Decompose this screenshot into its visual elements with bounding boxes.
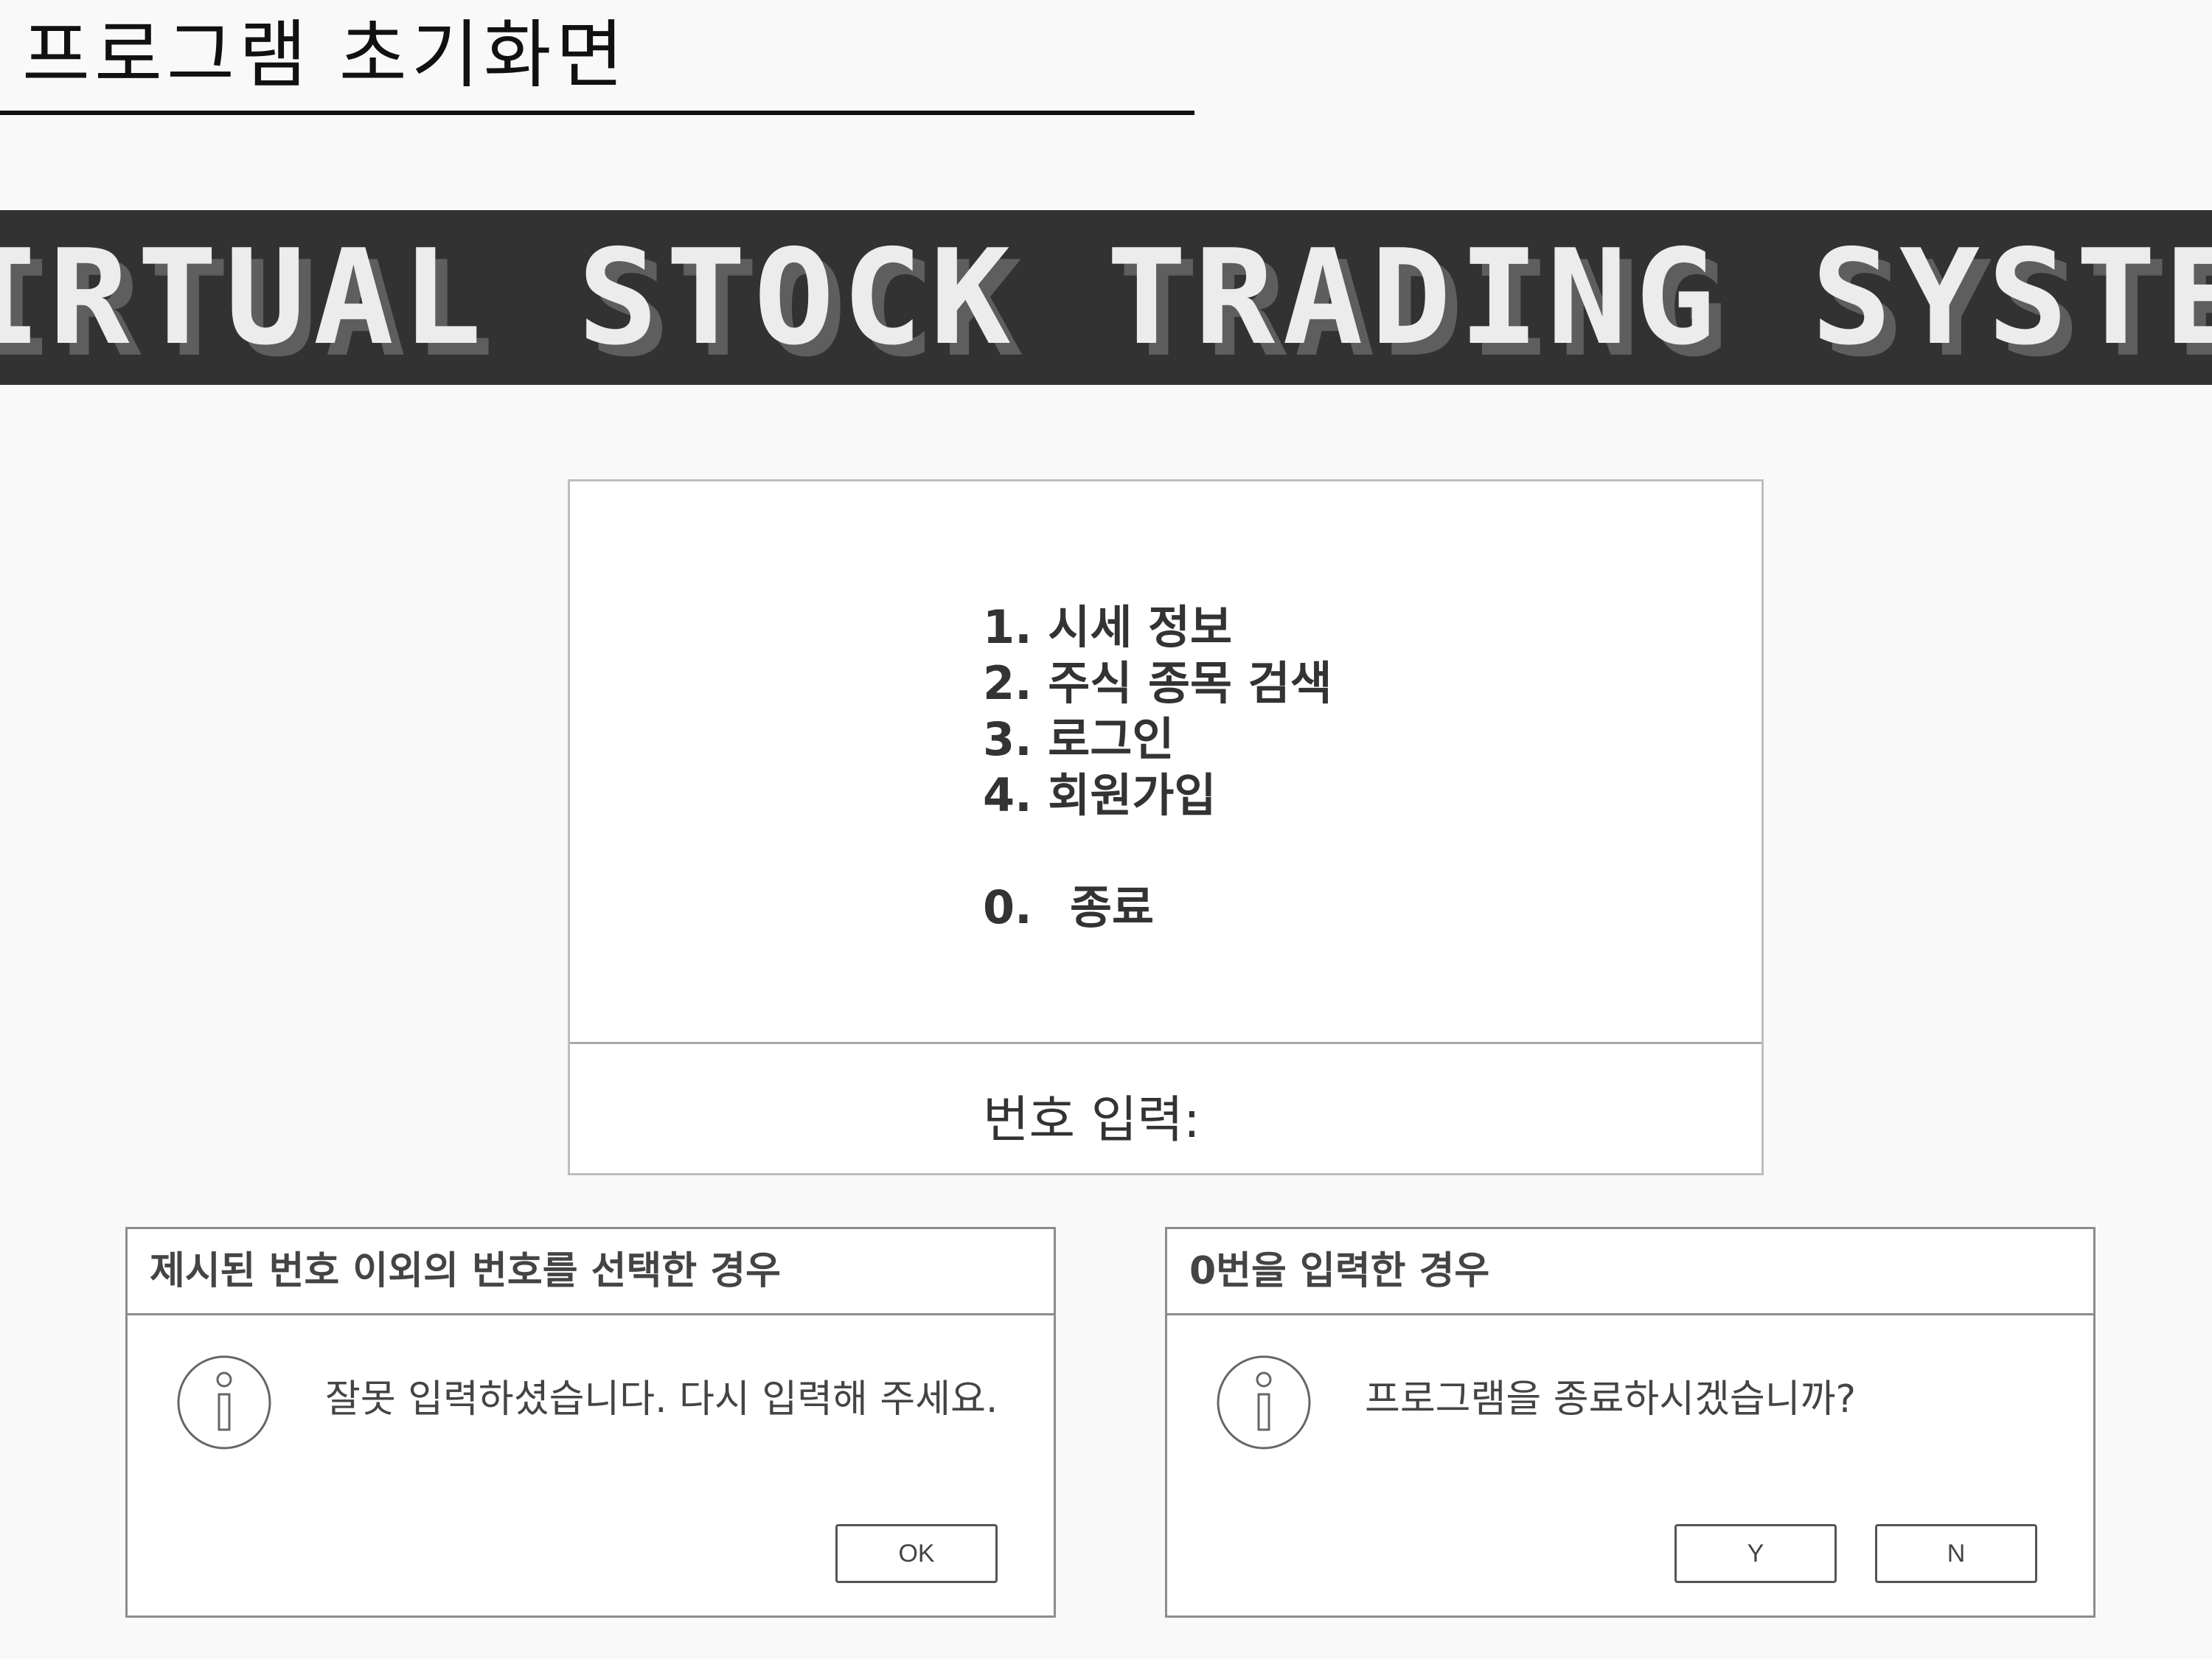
no-button[interactable]: N bbox=[1875, 1524, 2037, 1583]
yes-button[interactable]: Y bbox=[1674, 1524, 1837, 1583]
number-input[interactable] bbox=[1216, 1096, 1441, 1150]
exit-confirm-dialog: 0번을 입력한 경우 프로그램을 종료하시겠습니까? Y N bbox=[1165, 1227, 2096, 1618]
menu-divider bbox=[570, 1042, 1761, 1044]
menu-list: 1. 시세 정보 2. 주식 종목 검색 3. 로그인 4. 회원가입 0. 종료 bbox=[983, 599, 1332, 936]
number-input-label: 번호 입력: bbox=[983, 1091, 1200, 1150]
app-banner: VIRTUAL STOCK TRADING SYSTEM bbox=[0, 210, 2212, 385]
number-input-row: 번호 입력: bbox=[983, 1079, 1441, 1152]
menu-item-signup[interactable]: 4. 회원가입 bbox=[983, 768, 1332, 824]
ok-button[interactable]: OK bbox=[835, 1524, 998, 1583]
exit-dialog-message: 프로그램을 종료하시겠습니까? bbox=[1365, 1377, 1857, 1422]
invalid-dialog-message: 잘못 입력하셨습니다. 다시 입력해 주세요. bbox=[325, 1377, 998, 1422]
menu-item-login[interactable]: 3. 로그인 bbox=[983, 712, 1332, 768]
banner-title: VIRTUAL STOCK TRADING SYSTEM bbox=[0, 221, 2212, 374]
info-icon bbox=[1217, 1355, 1311, 1450]
menu-item-stock-search[interactable]: 2. 주식 종목 검색 bbox=[983, 655, 1332, 712]
menu-spacer bbox=[983, 824, 1332, 880]
page-title: 프로그램 초기화면 bbox=[22, 12, 628, 98]
menu-exit-label: 종료 bbox=[1070, 880, 1155, 934]
invalid-dialog-title: 제시된 번호 이외의 번호를 선택한 경우 bbox=[128, 1229, 1054, 1315]
menu-exit-number: 0. bbox=[983, 880, 1032, 934]
info-icon bbox=[177, 1355, 271, 1450]
invalid-input-dialog: 제시된 번호 이외의 번호를 선택한 경우 잘못 입력하셨습니다. 다시 입력해… bbox=[125, 1227, 1056, 1618]
exit-dialog-title: 0번을 입력한 경우 bbox=[1167, 1229, 2093, 1315]
menu-item-exit[interactable]: 0. 종료 bbox=[983, 880, 1332, 936]
menu-item-quotes[interactable]: 1. 시세 정보 bbox=[983, 599, 1332, 655]
main-menu-window: 1. 시세 정보 2. 주식 종목 검색 3. 로그인 4. 회원가입 0. 종료… bbox=[568, 479, 1764, 1175]
title-underline bbox=[0, 111, 1194, 115]
